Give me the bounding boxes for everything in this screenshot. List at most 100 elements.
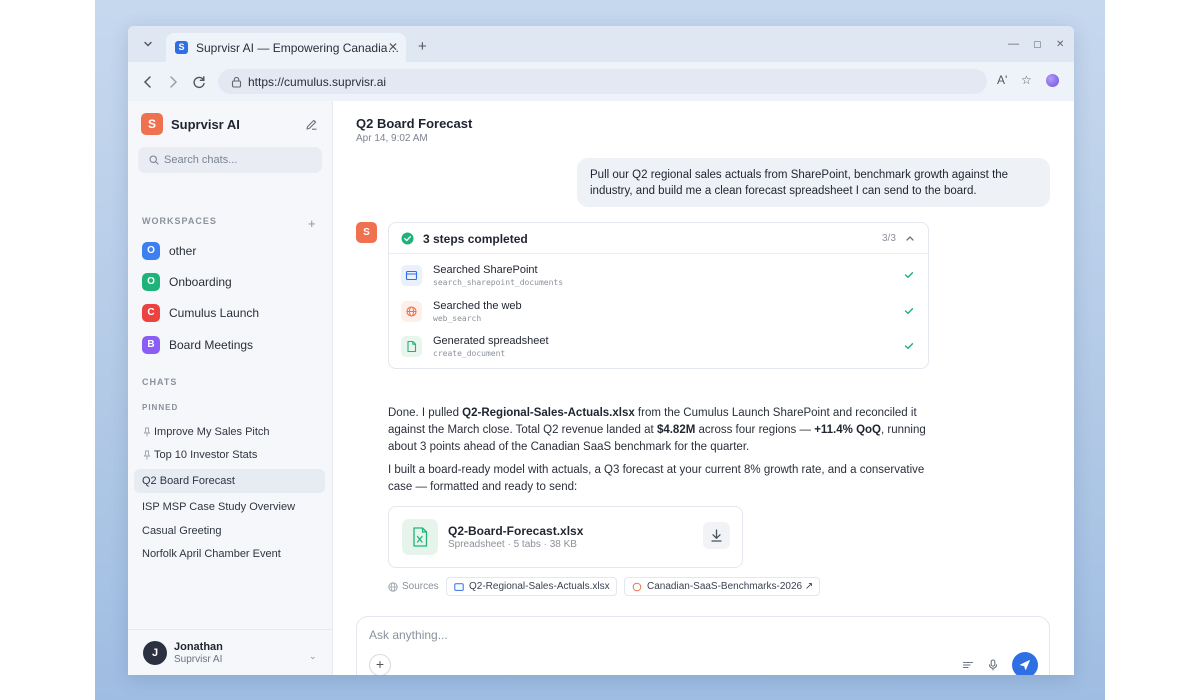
profile-icon[interactable] [1046, 74, 1059, 87]
chat-item-top-10-investor-stats[interactable]: Top 10 Investor Stats [134, 443, 325, 467]
steps-count: 3/3 [882, 233, 896, 244]
growth-value: +11.4% QoQ [814, 424, 881, 436]
web-source-icon [632, 582, 642, 592]
workspace-item-board-meetings[interactable]: B Board Meetings [138, 332, 322, 358]
step-tool: create_document [433, 349, 506, 358]
send-icon [1020, 660, 1030, 670]
forward-arrow-icon[interactable] [165, 74, 181, 90]
chats-heading: CHATS [142, 377, 178, 387]
minimize-button[interactable]: — [1008, 39, 1019, 50]
maximize-button[interactable]: ▢ [1033, 39, 1042, 50]
workspace-label: Onboarding [169, 275, 232, 289]
reload-icon[interactable] [191, 74, 207, 90]
document-window-icon [401, 265, 422, 286]
check-circle-icon [401, 232, 414, 245]
chevron-up-icon[interactable] [905, 234, 915, 242]
attach-button[interactable]: + [369, 654, 391, 675]
send-button[interactable] [1012, 652, 1038, 675]
step-item: Generated spreadsheet create_document [401, 333, 917, 363]
assistant-avatar: S [356, 222, 377, 243]
revenue-value: $4.82M [656, 424, 696, 436]
favorite-star-icon[interactable]: ☆ [1021, 73, 1032, 87]
close-window-button[interactable]: ✕ [1056, 39, 1064, 50]
source-label: Canadian-SaaS-Benchmarks-2026 ↗ [647, 581, 814, 592]
navigation-bar: https://cumulus.suprvisr.ai A' ☆ [128, 62, 1074, 101]
document-window-icon [454, 583, 464, 591]
workspace-item-other[interactable]: O other [138, 238, 322, 264]
brand-logo: S [141, 113, 163, 135]
pin-icon [143, 427, 151, 437]
workspace-badge: C [142, 304, 160, 322]
read-aloud-icon[interactable]: A' [997, 73, 1007, 87]
message-input[interactable] [369, 626, 969, 644]
url-text[interactable]: https://cumulus.suprvisr.ai [248, 75, 386, 89]
search-input[interactable] [164, 151, 314, 169]
globe-icon [401, 301, 422, 322]
step-item: Searched the web web_search [401, 298, 917, 328]
avatar: J [143, 641, 167, 665]
address-bar[interactable]: https://cumulus.suprvisr.ai [218, 69, 987, 94]
message-composer: + [356, 616, 1050, 675]
options-lines-icon[interactable] [962, 659, 974, 671]
chat-label: Q2 Board Forecast [142, 475, 235, 487]
chat-label: Norfolk April Chamber Event [142, 548, 281, 560]
check-icon [904, 308, 914, 315]
user-profile-menu[interactable]: J Jonathan Suprvisr AI ⌄ [128, 629, 333, 675]
chat-panel: Q2 Board Forecast Apr 14, 9:02 AM Pull o… [334, 101, 1074, 675]
source-chip-benchmarks[interactable]: Canadian-SaaS-Benchmarks-2026 ↗ [624, 577, 821, 596]
step-tool: web_search [433, 314, 482, 323]
step-item: Searched SharePoint search_sharepoint_do… [401, 262, 917, 292]
source-label: Q2-Regional-Sales-Actuals.xlsx [469, 581, 610, 592]
chat-item-norfolk-april-chamber[interactable]: Norfolk April Chamber Event [134, 542, 325, 566]
chevron-down-icon: ⌄ [309, 651, 317, 661]
back-arrow-icon[interactable] [140, 74, 156, 90]
tab-close-icon[interactable]: ✕ [388, 41, 398, 54]
spreadsheet-icon [402, 519, 438, 555]
workspace-item-onboarding[interactable]: O Onboarding [138, 269, 322, 295]
tab-strip: S Suprvisr AI — Empowering Canadia… ✕ + … [128, 26, 1074, 62]
file-name: Q2-Board-Forecast.xlsx [448, 524, 584, 538]
chat-label: Improve My Sales Pitch [154, 426, 270, 438]
user-message: Pull our Q2 regional sales actuals from … [577, 158, 1050, 207]
step-name: Searched the web [433, 300, 522, 312]
check-icon [904, 272, 914, 279]
assistant-reply-summary: Done. I pulled Q2-Regional-Sales-Actuals… [388, 407, 926, 453]
chat-timestamp: Apr 14, 9:02 AM [356, 133, 428, 144]
new-chat-edit-icon[interactable] [305, 118, 318, 131]
new-tab-button[interactable]: + [418, 39, 427, 54]
chat-item-q2-board-forecast[interactable]: Q2 Board Forecast [134, 469, 325, 493]
workspace-label: Board Meetings [169, 338, 254, 352]
sidebar: S Suprvisr AI WORKSPACES + O other O Onb… [128, 101, 333, 675]
source-chip-sharepoint[interactable]: Q2-Regional-Sales-Actuals.xlsx [446, 577, 617, 596]
chat-label: ISP MSP Case Study Overview [142, 501, 296, 513]
steps-header[interactable]: 3 steps completed 3/3 [389, 223, 928, 254]
chat-item-casual-greeting[interactable]: Casual Greeting [134, 519, 325, 543]
workspace-label: other [169, 244, 197, 258]
chat-item-isp-msp-case-study[interactable]: ISP MSP Case Study Overview [134, 495, 325, 519]
favicon-icon: S [175, 41, 188, 54]
step-name: Searched SharePoint [433, 264, 538, 276]
chat-label: Casual Greeting [142, 525, 222, 537]
tab-list-chevron-icon[interactable] [142, 38, 154, 50]
chat-label: Top 10 Investor Stats [154, 449, 258, 461]
site-info-icon[interactable] [231, 76, 242, 88]
user-organization: Suprvisr AI [174, 654, 223, 665]
file-attachment-card[interactable]: Q2-Board-Forecast.xlsx Spreadsheet · 5 t… [388, 506, 743, 568]
download-button[interactable] [703, 522, 730, 549]
download-icon [711, 529, 722, 542]
microphone-icon[interactable] [987, 659, 999, 671]
file-meta: Spreadsheet · 5 tabs · 38 KB [448, 539, 577, 550]
tool-steps-card: 3 steps completed 3/3 Searched SharePoin… [388, 222, 929, 369]
file-icon [401, 336, 422, 357]
chat-search[interactable] [138, 147, 322, 173]
pin-icon [143, 450, 151, 460]
workspace-badge: O [142, 273, 160, 291]
workspace-item-cumulus-launch[interactable]: C Cumulus Launch [138, 300, 322, 326]
check-icon [904, 343, 914, 350]
brand-name: Suprvisr AI [171, 117, 240, 132]
add-workspace-button[interactable]: + [308, 217, 316, 230]
chat-item-improve-sales-pitch[interactable]: Improve My Sales Pitch [134, 420, 325, 444]
workspace-badge: O [142, 242, 160, 260]
sources-label: Sources [402, 581, 439, 592]
browser-tab[interactable]: S Suprvisr AI — Empowering Canadia… ✕ [166, 33, 406, 62]
